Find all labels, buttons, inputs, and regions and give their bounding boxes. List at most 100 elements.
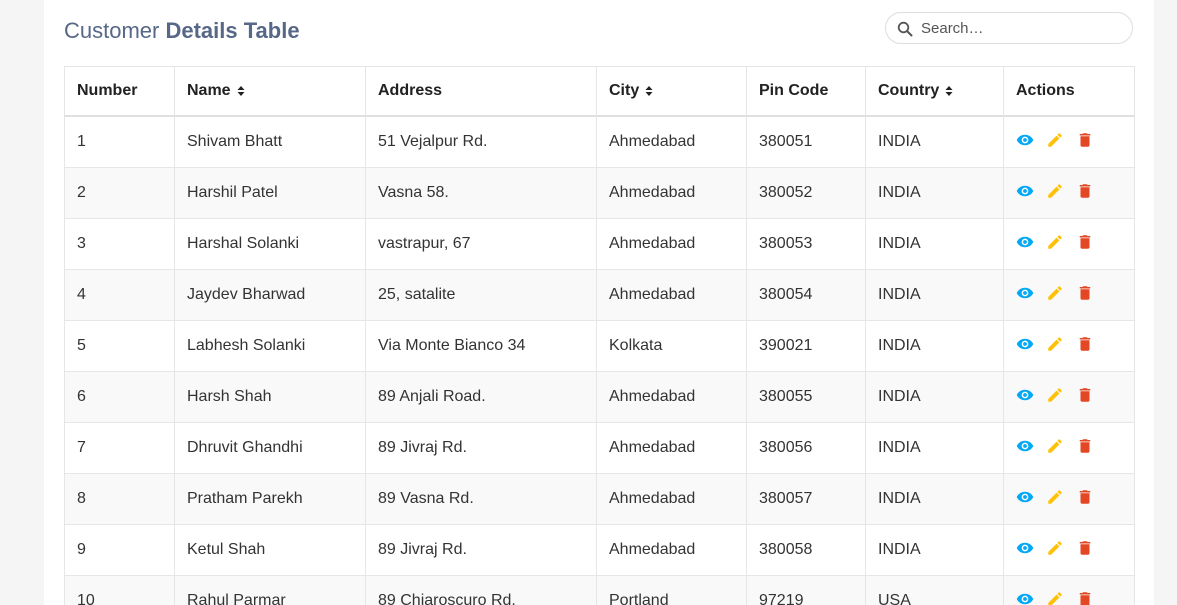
cell-pin: 380053 bbox=[746, 218, 866, 270]
trash-icon bbox=[1076, 386, 1094, 404]
view-button[interactable] bbox=[1016, 488, 1034, 506]
cell-country: INDIA bbox=[865, 473, 1004, 525]
cell-pin: 380055 bbox=[746, 371, 866, 423]
edit-button[interactable] bbox=[1046, 437, 1064, 455]
view-button[interactable] bbox=[1016, 284, 1034, 302]
view-button[interactable] bbox=[1016, 437, 1034, 455]
cell-actions bbox=[1003, 218, 1135, 270]
trash-icon bbox=[1076, 437, 1094, 455]
cell-city: Ahmedabad bbox=[596, 115, 747, 168]
cell-city: Portland bbox=[596, 575, 747, 605]
edit-button[interactable] bbox=[1046, 590, 1064, 605]
table-row: 3 Harshal Solanki vastrapur, 67 Ahmedabad 38… bbox=[64, 218, 1135, 270]
cell-city: Ahmedabad bbox=[596, 167, 747, 219]
cell-city: Ahmedabad bbox=[596, 371, 747, 423]
delete-button[interactable] bbox=[1076, 233, 1094, 251]
view-button[interactable] bbox=[1016, 131, 1034, 149]
delete-button[interactable] bbox=[1076, 590, 1094, 605]
trash-icon bbox=[1076, 488, 1094, 506]
cell-number: 6 bbox=[64, 371, 175, 423]
delete-button[interactable] bbox=[1076, 437, 1094, 455]
customer-table: Number Name Address City Pin Code Country Acti… bbox=[64, 66, 1135, 605]
table-body: 1 Shivam Bhatt 51 Vejalpur Rd. Ahmedabad 380… bbox=[64, 115, 1135, 605]
cell-address: 89 Jivraj Rd. bbox=[365, 422, 597, 474]
cell-name: Harsh Shah bbox=[174, 371, 366, 423]
search-icon bbox=[897, 21, 913, 37]
view-button[interactable] bbox=[1016, 233, 1034, 251]
cell-address: 25, satalite bbox=[365, 269, 597, 321]
edit-button[interactable] bbox=[1046, 488, 1064, 506]
cell-name: Harshil Patel bbox=[174, 167, 366, 219]
column-header-label: Actions bbox=[1016, 82, 1075, 99]
cell-country: INDIA bbox=[865, 422, 1004, 474]
eye-icon bbox=[1016, 539, 1034, 557]
table-row: 5 Labhesh Solanki Via Monte Bianco 34 Kolka… bbox=[64, 320, 1135, 372]
delete-button[interactable] bbox=[1076, 182, 1094, 200]
search-input[interactable] bbox=[921, 17, 1121, 39]
sort-icon[interactable] bbox=[945, 84, 953, 96]
delete-button[interactable] bbox=[1076, 386, 1094, 404]
pencil-icon bbox=[1046, 437, 1064, 455]
delete-button[interactable] bbox=[1076, 335, 1094, 353]
cell-pin: 380052 bbox=[746, 167, 866, 219]
cell-city: Kolkata bbox=[596, 320, 747, 372]
delete-button[interactable] bbox=[1076, 488, 1094, 506]
search-box[interactable] bbox=[885, 12, 1133, 44]
table-row: 10 Rahul Parmar 89 Chiaroscuro Rd. Portland… bbox=[64, 575, 1135, 605]
cell-actions bbox=[1003, 575, 1135, 605]
cell-pin: 380058 bbox=[746, 524, 866, 576]
cell-address: 89 Vasna Rd. bbox=[365, 473, 597, 525]
customer-table-card: Customer Details Table Number Name Address… bbox=[44, 0, 1154, 605]
edit-button[interactable] bbox=[1046, 335, 1064, 353]
cell-actions bbox=[1003, 269, 1135, 321]
view-button[interactable] bbox=[1016, 590, 1034, 605]
cell-pin: 380054 bbox=[746, 269, 866, 321]
cell-number: 8 bbox=[64, 473, 175, 525]
column-header-country[interactable]: Country bbox=[865, 66, 1004, 117]
view-button[interactable] bbox=[1016, 335, 1034, 353]
sort-icon[interactable] bbox=[645, 84, 653, 96]
column-header-actions: Actions bbox=[1003, 66, 1135, 117]
cell-country: USA bbox=[865, 575, 1004, 605]
cell-country: INDIA bbox=[865, 167, 1004, 219]
edit-button[interactable] bbox=[1046, 233, 1064, 251]
eye-icon bbox=[1016, 182, 1034, 200]
cell-city: Ahmedabad bbox=[596, 218, 747, 270]
view-button[interactable] bbox=[1016, 182, 1034, 200]
edit-button[interactable] bbox=[1046, 386, 1064, 404]
eye-icon bbox=[1016, 590, 1034, 605]
cell-actions bbox=[1003, 115, 1135, 168]
edit-button[interactable] bbox=[1046, 131, 1064, 149]
cell-number: 3 bbox=[64, 218, 175, 270]
edit-button[interactable] bbox=[1046, 182, 1064, 200]
cell-number: 5 bbox=[64, 320, 175, 372]
eye-icon bbox=[1016, 437, 1034, 455]
pencil-icon bbox=[1046, 386, 1064, 404]
eye-icon bbox=[1016, 284, 1034, 302]
delete-button[interactable] bbox=[1076, 284, 1094, 302]
table-row: 2 Harshil Patel Vasna 58. Ahmedabad 380052 IN… bbox=[64, 167, 1135, 219]
view-button[interactable] bbox=[1016, 539, 1034, 557]
cell-number: 10 bbox=[64, 575, 175, 605]
edit-button[interactable] bbox=[1046, 539, 1064, 557]
column-header-city[interactable]: City bbox=[596, 66, 747, 117]
cell-actions bbox=[1003, 473, 1135, 525]
cell-country: INDIA bbox=[865, 371, 1004, 423]
column-header-label: Number bbox=[77, 82, 138, 99]
column-header-label: Name bbox=[187, 82, 231, 99]
cell-country: INDIA bbox=[865, 524, 1004, 576]
delete-button[interactable] bbox=[1076, 539, 1094, 557]
sort-icon[interactable] bbox=[237, 84, 245, 96]
view-button[interactable] bbox=[1016, 386, 1034, 404]
column-header-address: Address bbox=[365, 66, 597, 117]
cell-address: Via Monte Bianco 34 bbox=[365, 320, 597, 372]
cell-name: Labhesh Solanki bbox=[174, 320, 366, 372]
pencil-icon bbox=[1046, 131, 1064, 149]
trash-icon bbox=[1076, 182, 1094, 200]
column-header-name[interactable]: Name bbox=[174, 66, 366, 117]
cell-country: INDIA bbox=[865, 320, 1004, 372]
edit-button[interactable] bbox=[1046, 284, 1064, 302]
delete-button[interactable] bbox=[1076, 131, 1094, 149]
cell-actions bbox=[1003, 167, 1135, 219]
column-header-label: City bbox=[609, 82, 640, 99]
